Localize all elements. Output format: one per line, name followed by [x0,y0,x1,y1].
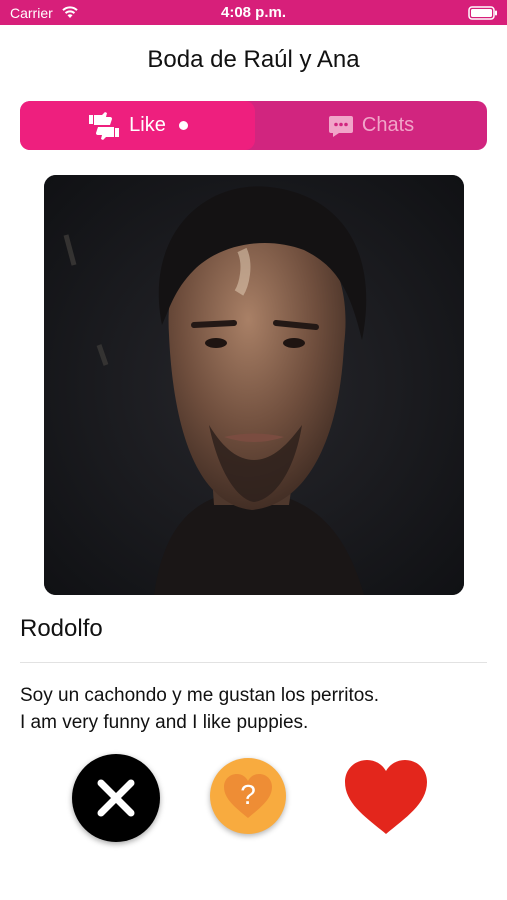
status-time: 4:08 p.m. [220,4,287,21]
battery-icon [468,6,497,20]
svg-text:?: ? [240,779,256,810]
maybe-button[interactable]: ? [210,758,286,834]
portrait-photo [44,175,464,595]
tab-like[interactable]: Like [20,101,255,150]
profile-photo[interactable] [44,175,464,595]
like-heart-button[interactable] [343,758,429,836]
divider [20,662,487,663]
x-icon [97,779,135,817]
tab-chats-label: Chats [361,114,415,136]
tab-like-badge-dot [178,121,188,130]
question-heart-icon: ? [224,774,272,818]
tab-chats[interactable]: Chats [255,101,487,150]
profile-bio: Soy un cachondo y me gustan los perritos… [20,682,487,736]
chat-bubble-icon [328,115,353,137]
status-bar: Carrier 4:08 p.m. [0,0,507,25]
tab-like-label: Like [129,114,166,136]
dislike-button[interactable] [72,754,160,842]
tab-bar: Like Chats [20,101,487,150]
bio-line: I am very funny and I like puppies. [20,712,309,733]
thumbs-up-down-icon [89,111,120,140]
bio-line: Soy un cachondo y me gustan los perritos… [20,685,380,706]
page-title: Boda de Raúl y Ana [147,46,360,73]
profile-name: Rodolfo [20,615,103,642]
heart-icon [345,760,427,834]
